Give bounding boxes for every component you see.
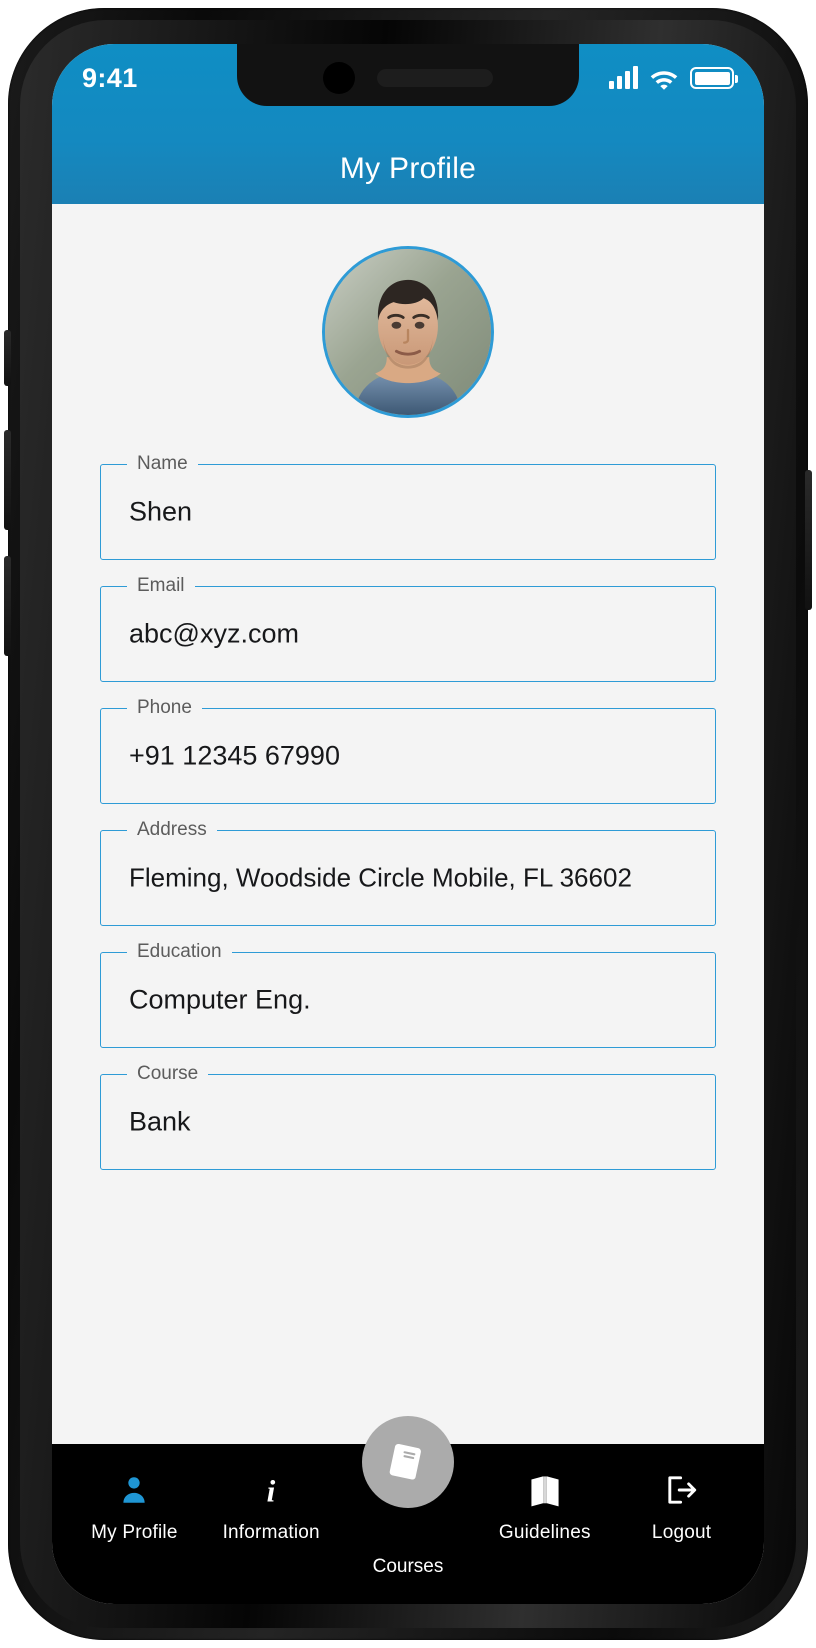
course-input[interactable]: Bank	[129, 1107, 191, 1138]
volume-up-button[interactable]	[4, 430, 11, 530]
page-title: My Profile	[339, 152, 477, 185]
field-label-name: Name	[127, 452, 198, 476]
info-icon: i	[254, 1470, 288, 1510]
nav-item-information[interactable]: i Information	[203, 1470, 340, 1544]
wifi-icon	[650, 70, 678, 90]
signal-bars-icon	[609, 66, 638, 89]
field-education[interactable]: Education Computer Eng.	[100, 940, 716, 1048]
avatar-wrap	[52, 246, 764, 418]
nav-label-information: Information	[222, 1522, 320, 1543]
user-photo	[325, 249, 491, 415]
education-input[interactable]: Computer Eng.	[129, 985, 311, 1016]
nav-item-my-profile[interactable]: My Profile	[66, 1470, 203, 1544]
screenshot-stage: My Profile 9:41 Name Shen Email abc@xyz.…	[0, 0, 816, 1648]
email-input[interactable]: abc@xyz.com	[129, 619, 299, 650]
front-camera-icon	[323, 62, 355, 94]
phone-screen: My Profile 9:41 Name Shen Email abc@xyz.…	[52, 44, 764, 1604]
status-icons	[609, 66, 738, 90]
field-course[interactable]: Course Bank	[100, 1062, 716, 1170]
open-book-icon	[527, 1470, 563, 1510]
svg-text:i: i	[267, 1473, 276, 1507]
address-input[interactable]: Fleming, Woodside Circle Mobile, FL 3660…	[129, 863, 632, 894]
earpiece-speaker	[377, 69, 493, 87]
volume-down-button[interactable]	[4, 556, 11, 656]
nav-label-courses: Courses	[372, 1556, 444, 1577]
field-label-education: Education	[127, 940, 232, 964]
profile-content: Name Shen Email abc@xyz.com Phone +91 12…	[52, 204, 764, 1444]
nav-item-guidelines[interactable]: Guidelines	[476, 1470, 613, 1544]
avatar[interactable]	[322, 246, 494, 418]
courses-fab-button[interactable]	[362, 1416, 454, 1508]
field-label-email: Email	[127, 574, 195, 598]
field-phone[interactable]: Phone +91 12345 67990	[100, 696, 716, 804]
power-button[interactable]	[805, 470, 812, 610]
field-label-address: Address	[127, 818, 217, 842]
phone-input[interactable]: +91 12345 67990	[129, 741, 340, 772]
name-input[interactable]: Shen	[129, 497, 192, 528]
status-time: 9:41	[82, 62, 138, 93]
book-icon	[389, 1443, 421, 1480]
field-label-phone: Phone	[127, 696, 202, 720]
notch	[237, 44, 579, 106]
logout-arrow-icon	[664, 1470, 700, 1510]
profile-fields: Name Shen Email abc@xyz.com Phone +91 12…	[100, 452, 716, 1170]
nav-item-logout[interactable]: Logout	[613, 1470, 750, 1544]
person-icon	[117, 1470, 151, 1510]
nav-label-guidelines: Guidelines	[498, 1522, 591, 1543]
field-email[interactable]: Email abc@xyz.com	[100, 574, 716, 682]
field-label-course: Course	[127, 1062, 209, 1086]
nav-label-logout: Logout	[651, 1522, 712, 1543]
field-address[interactable]: Address Fleming, Woodside Circle Mobile,…	[100, 818, 716, 926]
battery-icon	[690, 67, 738, 89]
field-name[interactable]: Name Shen	[100, 452, 716, 560]
nav-label-my-profile: My Profile	[91, 1522, 178, 1543]
mute-switch[interactable]	[4, 330, 11, 386]
